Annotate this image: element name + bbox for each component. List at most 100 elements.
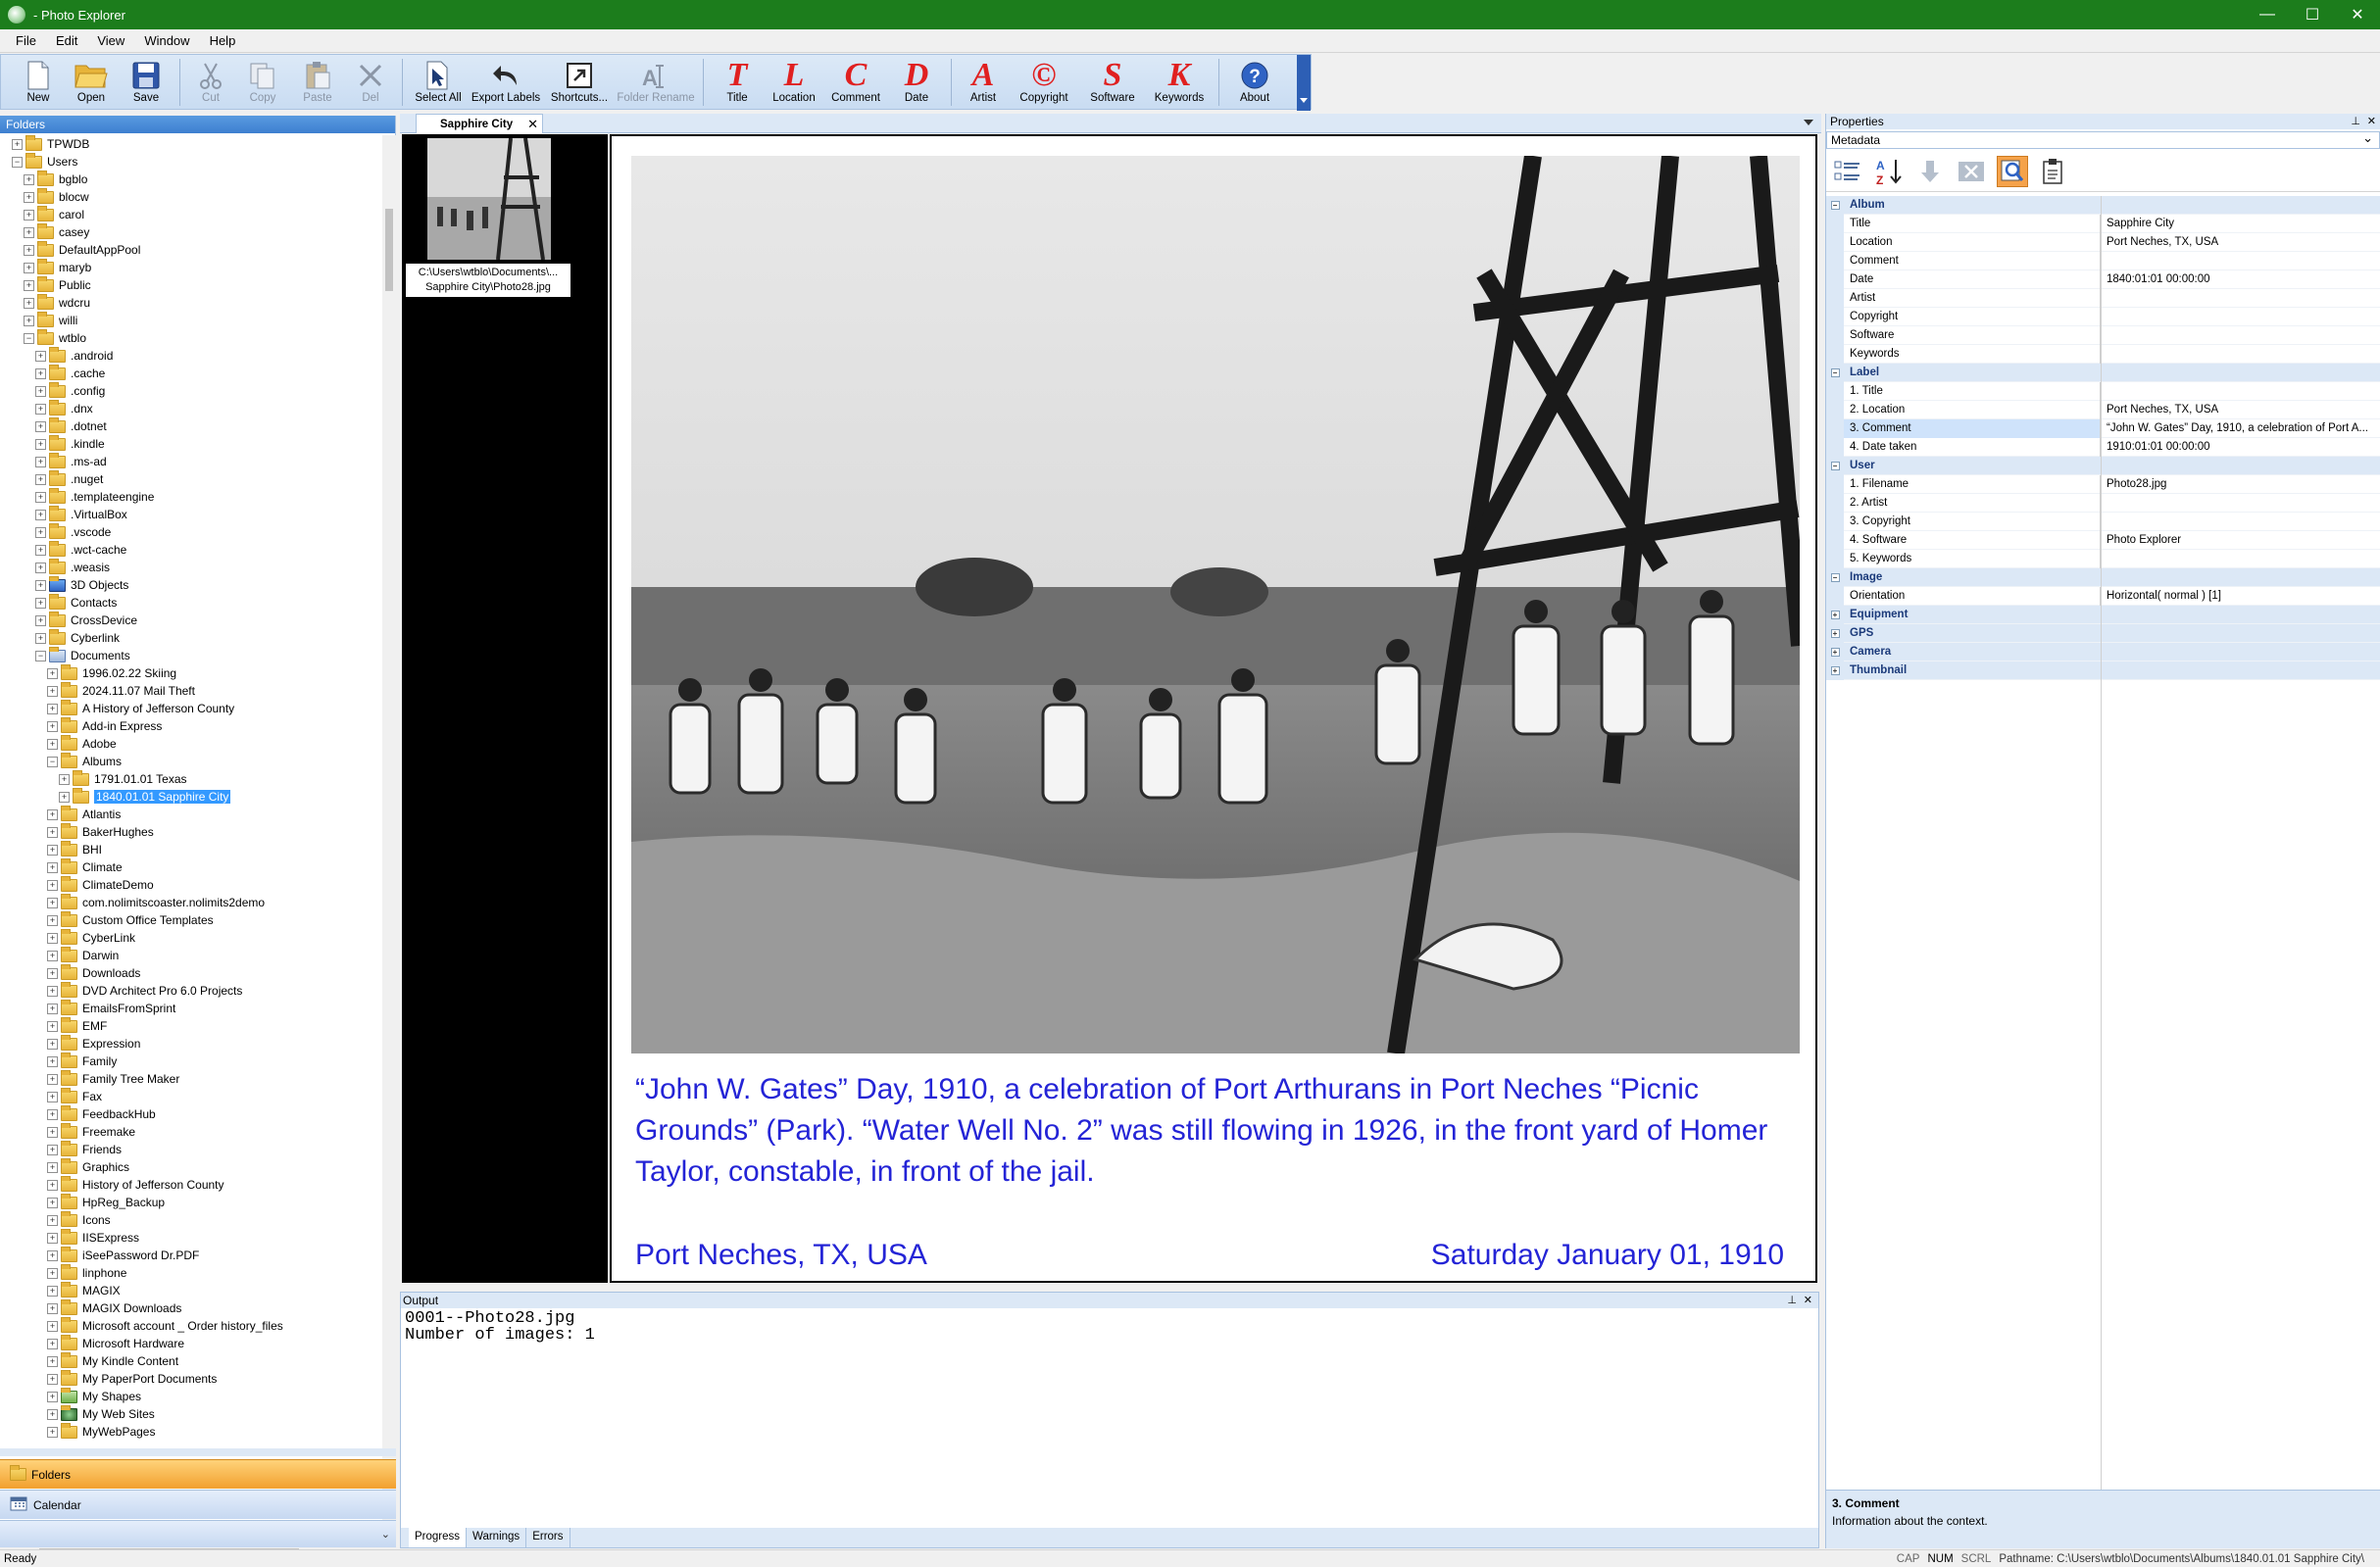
tree-item[interactable]: + My PaperPort Documents: [0, 1369, 382, 1388]
property-category[interactable]: − User: [1826, 456, 2380, 475]
keywords-button[interactable]: K Keywords: [1146, 55, 1213, 110]
tree-item[interactable]: + Microsoft Hardware: [0, 1334, 382, 1352]
menu-file[interactable]: File: [6, 33, 46, 48]
expand-icon[interactable]: +: [47, 950, 58, 961]
property-value[interactable]: [2101, 326, 2380, 345]
tree-item[interactable]: + maryb: [0, 258, 382, 276]
tree-item[interactable]: + carol: [0, 205, 382, 223]
tree-item[interactable]: + My Kindle Content: [0, 1351, 382, 1370]
tree-item[interactable]: + iSeePassword Dr.PDF: [0, 1246, 382, 1264]
collapse-icon[interactable]: −: [12, 156, 23, 168]
tree-item[interactable]: +2024.11.07 Mail Theft: [0, 681, 382, 700]
property-row[interactable]: Artist: [1826, 288, 2380, 308]
tree-item[interactable]: + FeedbackHub: [0, 1104, 382, 1123]
property-gutter[interactable]: −: [1826, 456, 1844, 475]
property-value[interactable]: [2101, 513, 2380, 531]
menu-help[interactable]: Help: [200, 33, 246, 48]
close-icon[interactable]: ✕: [2367, 115, 2376, 127]
tree-item[interactable]: + ClimateDemo: [0, 875, 382, 894]
tree-item[interactable]: + Contacts: [0, 593, 382, 612]
photo-thumbnail[interactable]: [427, 137, 551, 261]
expand-icon[interactable]: +: [35, 509, 46, 520]
expand-icon[interactable]: +: [47, 879, 58, 891]
tree-item[interactable]: − Documents: [0, 646, 382, 664]
property-category[interactable]: + Equipment: [1826, 605, 2380, 624]
expand-icon[interactable]: +: [47, 1373, 58, 1385]
tree-item[interactable]: + Atlantis: [0, 805, 382, 823]
property-row[interactable]: 2. Location Port Neches, TX, USA: [1826, 400, 2380, 419]
tree-item[interactable]: + TPWDB: [0, 135, 382, 153]
expand-icon[interactable]: +: [35, 491, 46, 503]
property-row[interactable]: Software: [1826, 325, 2380, 345]
property-row[interactable]: 1. Filename Photo28.jpg: [1826, 474, 2380, 494]
tree-item[interactable]: + .nuget: [0, 469, 382, 488]
delete-button[interactable]: Del: [345, 55, 396, 110]
tree-item[interactable]: + Adobe: [0, 734, 382, 753]
expand-icon[interactable]: +: [35, 420, 46, 432]
expand-icon[interactable]: +: [47, 1214, 58, 1226]
property-row[interactable]: 3. Copyright: [1826, 512, 2380, 531]
tree-item[interactable]: + willi: [0, 311, 382, 329]
expand-icon[interactable]: +: [47, 1038, 58, 1050]
properties-object-select[interactable]: Metadata: [1826, 130, 2380, 149]
select-all-button[interactable]: Select All: [409, 55, 468, 110]
tab-warnings[interactable]: Warnings: [467, 1528, 527, 1547]
expand-icon[interactable]: +: [1830, 610, 1840, 619]
sort-alphabetical-icon[interactable]: AZ: [1873, 156, 1905, 187]
menu-window[interactable]: Window: [134, 33, 199, 48]
expand-icon[interactable]: +: [24, 279, 34, 291]
expand-icon[interactable]: +: [47, 1073, 58, 1085]
expand-icon[interactable]: +: [47, 861, 58, 873]
expand-icon[interactable]: +: [47, 667, 58, 679]
paste-button[interactable]: Paste: [290, 55, 345, 110]
property-value[interactable]: [2101, 345, 2380, 364]
close-icon[interactable]: ✕: [1804, 1294, 1812, 1306]
tree-item[interactable]: + Graphics: [0, 1157, 382, 1176]
property-value[interactable]: [2101, 494, 2380, 513]
expand-icon[interactable]: +: [35, 597, 46, 609]
folder-rename-button[interactable]: A Folder Rename: [615, 55, 697, 110]
tree-item[interactable]: + EmailsFromSprint: [0, 999, 382, 1017]
close-button[interactable]: ✕: [2335, 0, 2380, 29]
tree-item[interactable]: + Darwin: [0, 946, 382, 964]
property-value[interactable]: “John W. Gates” Day, 1910, a celebration…: [2101, 419, 2380, 438]
collapse-icon[interactable]: −: [47, 756, 58, 767]
expand-icon[interactable]: +: [24, 262, 34, 273]
property-row[interactable]: Location Port Neches, TX, USA: [1826, 232, 2380, 252]
property-row[interactable]: Orientation Horizontal( normal ) [1]: [1826, 586, 2380, 606]
property-value[interactable]: [2101, 289, 2380, 308]
expand-icon[interactable]: +: [47, 1302, 58, 1314]
tree-item[interactable]: + Family: [0, 1052, 382, 1070]
expand-icon[interactable]: +: [47, 967, 58, 979]
menu-view[interactable]: View: [87, 33, 134, 48]
property-value[interactable]: Photo Explorer: [2101, 531, 2380, 550]
expand-icon[interactable]: +: [47, 1091, 58, 1102]
property-value[interactable]: [2101, 382, 2380, 401]
shortcuts-button[interactable]: Shortcuts...: [544, 55, 615, 110]
tab-list-dropdown-icon[interactable]: [1804, 120, 1813, 125]
about-button[interactable]: ? About: [1225, 55, 1284, 110]
expand-icon[interactable]: +: [24, 315, 34, 326]
expand-icon[interactable]: +: [24, 297, 34, 309]
tree-item[interactable]: + MAGIX Downloads: [0, 1298, 382, 1317]
tree-item[interactable]: +3D Objects: [0, 575, 382, 594]
cut-button[interactable]: Cut: [186, 55, 235, 110]
tree-item[interactable]: + Family Tree Maker: [0, 1069, 382, 1088]
tree-item[interactable]: + HpReg_Backup: [0, 1193, 382, 1211]
pin-icon[interactable]: ⊥: [1787, 1294, 1797, 1306]
collapse-icon[interactable]: −: [1830, 367, 1840, 377]
collapse-icon[interactable]: −: [1830, 461, 1840, 470]
expand-icon[interactable]: +: [47, 1020, 58, 1032]
open-button[interactable]: Open: [64, 55, 119, 110]
expand-icon[interactable]: +: [47, 1426, 58, 1438]
collapse-icon[interactable]: −: [1830, 572, 1840, 582]
menu-edit[interactable]: Edit: [46, 33, 87, 48]
tree-item[interactable]: − wtblo: [0, 328, 382, 347]
property-value[interactable]: [2101, 308, 2380, 326]
expand-icon[interactable]: +: [24, 244, 34, 256]
tree-item[interactable]: + Fax: [0, 1087, 382, 1105]
location-button[interactable]: L Location: [765, 55, 823, 110]
property-category[interactable]: + GPS: [1826, 623, 2380, 643]
collapse-icon[interactable]: −: [35, 650, 46, 661]
property-gutter[interactable]: +: [1826, 605, 1844, 624]
